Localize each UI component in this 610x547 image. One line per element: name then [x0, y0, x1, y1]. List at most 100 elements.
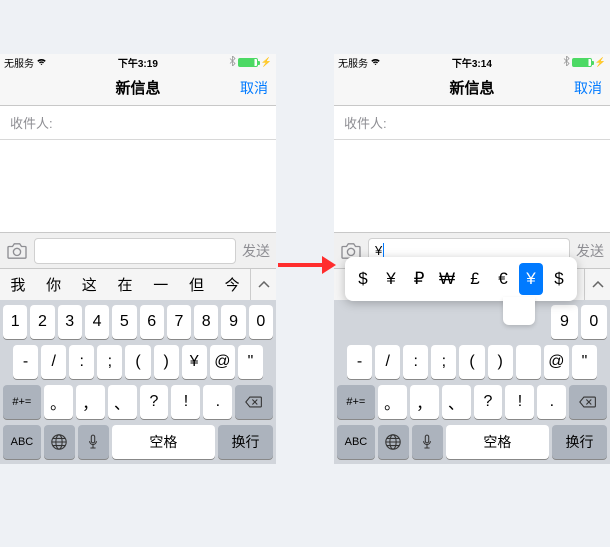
candidate-bar: 我 你 这 在 一 但 今 — [0, 268, 276, 300]
key[interactable]: 9 — [221, 305, 245, 339]
input-value: ¥ — [375, 243, 382, 258]
key[interactable]: ! — [171, 385, 200, 419]
mic-key[interactable] — [78, 425, 109, 459]
candidate[interactable]: 你 — [36, 274, 72, 295]
candidate[interactable]: 今 — [214, 274, 250, 295]
key[interactable]: " — [238, 345, 263, 379]
key[interactable]: 5 — [112, 305, 136, 339]
key[interactable]: 9 — [551, 305, 577, 339]
candidate[interactable]: 一 — [143, 274, 179, 295]
camera-icon[interactable] — [6, 242, 28, 260]
key[interactable]: ( — [459, 345, 484, 379]
recipient-field[interactable]: 收件人: — [0, 106, 276, 140]
key[interactable]: . — [203, 385, 232, 419]
recipient-label: 收件人: — [10, 113, 53, 132]
key[interactable]: 2 — [30, 305, 54, 339]
key[interactable]: ( — [125, 345, 150, 379]
phone-right: 无服务 下午3:14 ⚡ 新信息 取消 收件人: — [334, 54, 610, 464]
globe-key[interactable] — [44, 425, 75, 459]
chevron-up-icon[interactable] — [250, 269, 276, 300]
candidate[interactable]: 这 — [71, 274, 107, 295]
key[interactable]: 8 — [194, 305, 218, 339]
status-right: ⚡ — [229, 56, 272, 68]
compose-bar: 发送 — [0, 232, 276, 268]
send-button[interactable]: 发送 — [242, 241, 270, 261]
key[interactable]: ¥ — [182, 345, 207, 379]
keyboard: $ ¥ ₽ ₩ £ € ¥ $ 9 0 - / : ; ( ) — [334, 300, 610, 464]
key[interactable]: ) — [154, 345, 179, 379]
popup-item[interactable]: £ — [463, 263, 487, 295]
send-button[interactable]: 发送 — [576, 241, 604, 261]
key[interactable]: 。 — [378, 385, 407, 419]
key[interactable]: 0 — [581, 305, 607, 339]
cancel-button[interactable]: 取消 — [574, 78, 602, 98]
key[interactable]: 、 — [442, 385, 471, 419]
key[interactable]: 6 — [140, 305, 164, 339]
battery-icon — [238, 58, 258, 67]
candidate[interactable]: 我 — [0, 274, 36, 295]
message-area — [0, 140, 276, 232]
bluetooth-icon — [229, 56, 236, 68]
shift-key[interactable]: #+= — [3, 385, 41, 419]
key[interactable]: - — [13, 345, 38, 379]
status-bar: 无服务 下午3:14 ⚡ — [334, 54, 610, 70]
message-input[interactable] — [34, 238, 236, 264]
key[interactable]: ? — [474, 385, 503, 419]
key[interactable]: 3 — [58, 305, 82, 339]
space-key[interactable]: 空格 — [446, 425, 549, 459]
globe-key[interactable] — [378, 425, 409, 459]
key[interactable]: / — [375, 345, 400, 379]
status-time: 下午3:14 — [381, 55, 563, 70]
bluetooth-icon — [563, 56, 570, 68]
popup-item[interactable]: € — [491, 263, 515, 295]
chevron-up-icon[interactable] — [584, 269, 610, 300]
abc-key[interactable]: ABC — [3, 425, 41, 459]
charging-icon: ⚡ — [261, 57, 272, 68]
key[interactable]: @ — [210, 345, 235, 379]
key[interactable]: : — [403, 345, 428, 379]
key[interactable]: ， — [76, 385, 105, 419]
message-area — [334, 140, 610, 232]
return-key[interactable]: 换行 — [552, 425, 607, 459]
key[interactable]: - — [347, 345, 372, 379]
key[interactable]: ， — [410, 385, 439, 419]
key[interactable]: 1 — [3, 305, 27, 339]
key[interactable]: @ — [544, 345, 569, 379]
carrier-text: 无服务 — [4, 55, 34, 70]
key[interactable]: . — [537, 385, 566, 419]
key[interactable]: : — [69, 345, 94, 379]
key[interactable]: / — [41, 345, 66, 379]
key[interactable]: 7 — [167, 305, 191, 339]
popup-item[interactable]: ₩ — [435, 263, 459, 295]
key[interactable]: ; — [431, 345, 456, 379]
key[interactable]: ! — [505, 385, 534, 419]
key[interactable]: ? — [140, 385, 169, 419]
candidate[interactable]: 但 — [179, 274, 215, 295]
popup-item[interactable]: $ — [547, 263, 571, 295]
key[interactable]: 。 — [44, 385, 73, 419]
recipient-field[interactable]: 收件人: — [334, 106, 610, 140]
space-key[interactable]: 空格 — [112, 425, 215, 459]
carrier: 无服务 — [4, 55, 47, 70]
arrow-icon — [278, 256, 336, 274]
abc-key[interactable]: ABC — [337, 425, 375, 459]
shift-key[interactable]: #+= — [337, 385, 375, 419]
popup-item[interactable]: ¥ — [379, 263, 403, 295]
delete-key[interactable] — [235, 385, 273, 419]
keyboard: 1 2 3 4 5 6 7 8 9 0 - / : ; ( ) ¥ @ " — [0, 300, 276, 464]
key[interactable]: 4 — [85, 305, 109, 339]
key[interactable]: ; — [97, 345, 122, 379]
key[interactable]: ) — [488, 345, 513, 379]
key-yen-held[interactable] — [516, 345, 541, 379]
delete-key[interactable] — [569, 385, 607, 419]
mic-key[interactable] — [412, 425, 443, 459]
popup-item[interactable]: ₽ — [407, 263, 431, 295]
return-key[interactable]: 换行 — [218, 425, 273, 459]
popup-item-selected[interactable]: ¥ — [519, 263, 543, 295]
cancel-button[interactable]: 取消 — [240, 78, 268, 98]
popup-item[interactable]: $ — [351, 263, 375, 295]
key[interactable]: " — [572, 345, 597, 379]
key[interactable]: 0 — [249, 305, 273, 339]
key[interactable]: 、 — [108, 385, 137, 419]
candidate[interactable]: 在 — [107, 274, 143, 295]
